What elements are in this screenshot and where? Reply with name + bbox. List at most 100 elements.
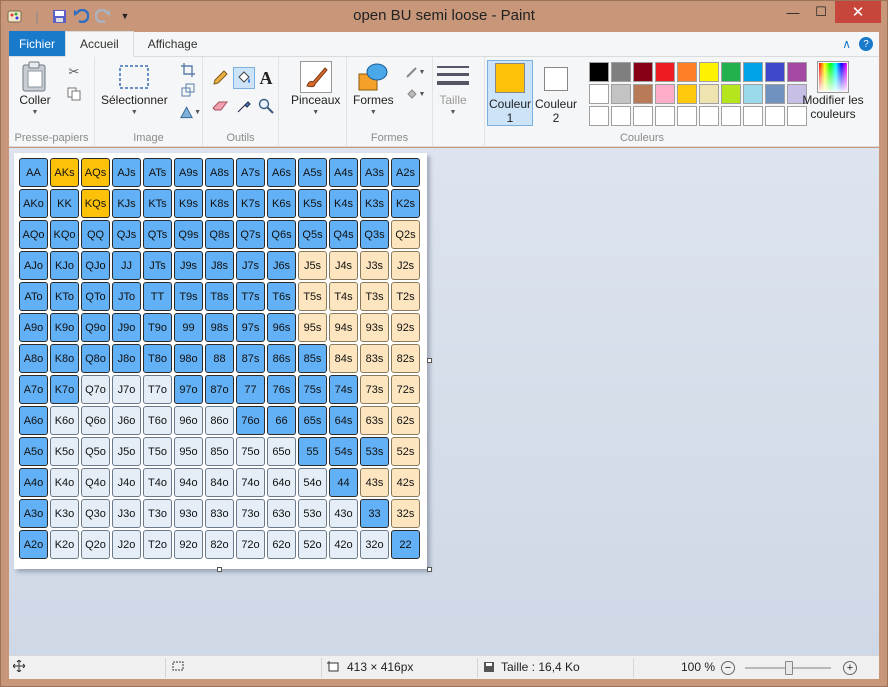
hand-cell: J5s — [298, 251, 327, 280]
hand-cell: T7o — [143, 375, 172, 404]
rotate-icon[interactable]: ▼ — [179, 103, 201, 121]
pencil-icon[interactable] — [211, 69, 229, 87]
copy-icon[interactable] — [65, 85, 83, 103]
help-icon[interactable]: ? — [859, 37, 873, 51]
hand-cell: JTs — [143, 251, 172, 280]
hand-cell: 82s — [391, 344, 420, 373]
paste-icon — [19, 61, 51, 93]
palette-swatch[interactable] — [633, 62, 653, 82]
brushes-button[interactable]: Pinceaux ▼ — [291, 61, 340, 116]
palette-swatch[interactable] — [677, 84, 697, 104]
palette-swatch[interactable] — [677, 62, 697, 82]
palette-swatch[interactable] — [765, 62, 785, 82]
paint-window: | ▼ open BU semi loose - Paint — ☐ ✕ Fic… — [0, 0, 888, 687]
eraser-icon[interactable] — [211, 97, 229, 115]
ribbon-home: Coller ▼ ✂ Presse-papiers Sélectionner ▼ — [9, 57, 879, 147]
palette-swatch[interactable] — [611, 84, 631, 104]
title-bar: | ▼ open BU semi loose - Paint — ☐ ✕ — [1, 1, 887, 32]
drawing-canvas[interactable]: AA AKs AQs AJs ATs A9s A8s A7s A6s A5s A4s A3s A2s AK… — [14, 153, 427, 569]
hand-cell: 73s — [360, 375, 389, 404]
canvas-resize-handle-right[interactable] — [427, 358, 432, 363]
hand-cell: J9o — [112, 313, 141, 342]
hand-cell: 85s — [298, 344, 327, 373]
group-colors: Couleur 1 Couleur 2 Modifier les couleur… — [485, 57, 869, 147]
shapes-button[interactable]: Formes ▼ — [353, 61, 394, 116]
canvas-resize-handle-bottom[interactable] — [217, 567, 222, 572]
tab-home[interactable]: Accueil — [65, 31, 134, 57]
hand-cell: KQo — [50, 220, 79, 249]
palette-swatch[interactable] — [765, 84, 785, 104]
palette-swatch[interactable] — [699, 62, 719, 82]
text-tool-icon[interactable]: A — [257, 68, 275, 88]
palette-swatch[interactable] — [721, 106, 741, 126]
outline-icon[interactable]: ▼ — [403, 63, 427, 81]
palette-swatch[interactable] — [611, 106, 631, 126]
palette-swatch[interactable] — [765, 106, 785, 126]
file-size-text: Taille : 16,4 Ko — [501, 660, 580, 674]
hand-cell: J3o — [112, 499, 141, 528]
paste-button[interactable]: Coller ▼ — [19, 61, 51, 116]
hand-cell: A6s — [267, 158, 296, 187]
canvas-resize-handle-corner[interactable] — [427, 567, 432, 572]
palette-swatch[interactable] — [743, 106, 763, 126]
zoom-level: 100 % — [681, 660, 716, 674]
hand-cell: Q8s — [205, 220, 234, 249]
edit-colors-button[interactable]: Modifier les couleurs — [801, 61, 865, 121]
maximize-button[interactable]: ☐ — [807, 1, 835, 23]
palette-swatch[interactable] — [655, 106, 675, 126]
palette-swatch[interactable] — [611, 62, 631, 82]
palette-swatch[interactable] — [743, 84, 763, 104]
hand-cell: Q2o — [81, 530, 110, 559]
size-button[interactable]: Taille ▼ — [437, 61, 469, 116]
palette-swatch[interactable] — [655, 62, 675, 82]
resize-icon[interactable] — [179, 81, 197, 99]
hand-cell: K7s — [236, 189, 265, 218]
brushes-dropdown-icon[interactable]: ▼ — [312, 109, 319, 116]
palette-swatch[interactable] — [655, 84, 675, 104]
palette-swatch[interactable] — [721, 84, 741, 104]
hand-cell: 44 — [329, 468, 358, 497]
paste-dropdown-icon[interactable]: ▼ — [32, 109, 39, 116]
hand-cell: 93o — [174, 499, 203, 528]
close-button[interactable]: ✕ — [835, 1, 881, 23]
status-separator — [477, 658, 478, 678]
palette-swatch[interactable] — [721, 62, 741, 82]
hand-cell: J4s — [329, 251, 358, 280]
hand-cell: T7s — [236, 282, 265, 311]
palette-swatch[interactable] — [633, 106, 653, 126]
fill-bucket-icon[interactable] — [233, 67, 255, 89]
hand-cell: A8o — [19, 344, 48, 373]
color-picker-icon[interactable] — [235, 97, 253, 115]
shapes-dropdown-icon[interactable]: ▼ — [370, 109, 377, 116]
color2-selector[interactable]: Couleur 2 — [533, 61, 579, 125]
tab-file[interactable]: Fichier — [9, 31, 65, 56]
hand-cell: QTs — [143, 220, 172, 249]
palette-swatch[interactable] — [589, 62, 609, 82]
fill-icon[interactable]: ▼ — [403, 85, 427, 103]
palette-swatch[interactable] — [743, 62, 763, 82]
hand-cell: 84s — [329, 344, 358, 373]
zoom-out-button[interactable]: − — [721, 661, 735, 675]
palette-swatch[interactable] — [699, 84, 719, 104]
zoom-slider-thumb[interactable] — [785, 661, 793, 675]
cut-icon[interactable]: ✂ — [65, 63, 83, 81]
magnifier-icon[interactable] — [257, 97, 275, 115]
palette-swatch[interactable] — [677, 106, 697, 126]
minimize-button[interactable]: — — [779, 1, 807, 23]
zoom-in-button[interactable]: + — [843, 661, 857, 675]
select-dropdown-icon[interactable]: ▼ — [131, 109, 138, 116]
canvas-area[interactable]: AA AKs AQs AJs ATs A9s A8s A7s A6s A5s A4s A3s A2s AK… — [9, 148, 879, 655]
color1-selector[interactable]: Couleur 1 — [487, 60, 533, 126]
palette-swatch[interactable] — [589, 106, 609, 126]
palette-swatch[interactable] — [589, 84, 609, 104]
crop-icon[interactable] — [179, 61, 197, 79]
palette-swatch[interactable] — [633, 84, 653, 104]
palette-swatch[interactable] — [699, 106, 719, 126]
hand-cell: 33 — [360, 499, 389, 528]
select-button[interactable]: Sélectionner ▼ — [101, 61, 168, 116]
minimize-ribbon-icon[interactable]: ∧ — [842, 37, 851, 51]
select-rectangle-icon — [118, 61, 150, 93]
hand-cell: A8s — [205, 158, 234, 187]
hand-cell: K6s — [267, 189, 296, 218]
tab-view[interactable]: Affichage — [134, 31, 212, 56]
